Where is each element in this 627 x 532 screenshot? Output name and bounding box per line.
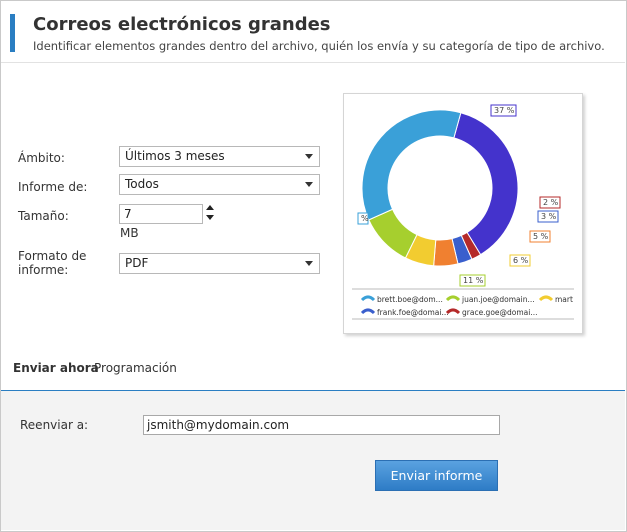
slice-label: 3 % [537,210,559,223]
scope-select[interactable]: Últimos 3 meses [119,146,320,167]
size-input[interactable]: 7 [119,204,203,224]
legend-item: grace.goe@domai... [445,308,538,317]
page-subtitle: Identificar elementos grandes dentro del… [33,39,605,53]
tab-schedule[interactable]: Programación [94,361,177,375]
send-report-button[interactable]: Enviar informe [375,460,498,491]
forward-label: Reenviar a: [20,418,89,432]
legend-item: brett.boe@dom... [360,295,443,304]
send-now-panel [1,391,625,530]
slice-label: % [357,212,369,225]
legend-item: mart [538,295,573,304]
svg-text:brett.boe@dom...: brett.boe@dom... [377,295,443,304]
header-divider [1,62,625,63]
report-of-select-value: Todos [125,177,159,191]
chevron-down-icon [305,154,313,159]
svg-text:11 %: 11 % [463,276,484,285]
svg-text:3 %: 3 % [541,212,557,221]
spin-down-icon[interactable] [206,215,214,220]
svg-text:5 %: 5 % [533,232,549,241]
header-accent-bar [10,14,15,52]
spin-up-icon[interactable] [206,205,214,210]
slice-label: 6 % [509,254,531,267]
report-of-label: Informe de: [18,180,88,194]
format-select-value: PDF [125,256,149,270]
chart-preview: 37 % 2 % 3 % 5 % 6 % 11 %% brett.boe@dom... jua… [343,93,583,334]
svg-text:37 %: 37 % [494,106,515,115]
svg-text:frank.foe@domai...: frank.foe@domai... [377,308,449,317]
legend-item: frank.foe@domai... [360,308,449,317]
legend-item: juan.joe@domain... [445,295,535,304]
size-label: Tamaño: [18,209,69,223]
forward-email-input[interactable]: jsmith@mydomain.com [143,415,500,435]
report-of-select[interactable]: Todos [119,174,320,195]
donut-slice [453,112,519,256]
donut-chart: 37 % 2 % 3 % 5 % 6 % 11 %% brett.boe@dom... jua… [352,104,574,320]
scope-select-value: Últimos 3 meses [125,149,225,163]
svg-text:mart: mart [555,295,573,304]
chevron-down-icon [305,261,313,266]
svg-text:grace.goe@domai...: grace.goe@domai... [462,308,538,317]
chevron-down-icon [305,182,313,187]
svg-text:2 %: 2 % [543,198,559,207]
slice-label: 37 % [490,104,517,117]
svg-text:%: % [361,214,369,223]
slice-label: 2 % [539,196,561,209]
slice-label: 11 % [459,274,486,287]
svg-text:6 %: 6 % [513,256,529,265]
page-title: Correos electrónicos grandes [33,14,331,35]
slice-label: 5 % [529,230,551,243]
scope-label: Ámbito: [18,151,65,165]
size-unit: MB [120,226,139,240]
donut-slice [361,109,462,221]
format-label: Formato de informe: [18,249,87,277]
format-select[interactable]: PDF [119,253,320,274]
svg-text:juan.joe@domain...: juan.joe@domain... [461,295,535,304]
tab-send-now[interactable]: Enviar ahora [13,361,99,375]
